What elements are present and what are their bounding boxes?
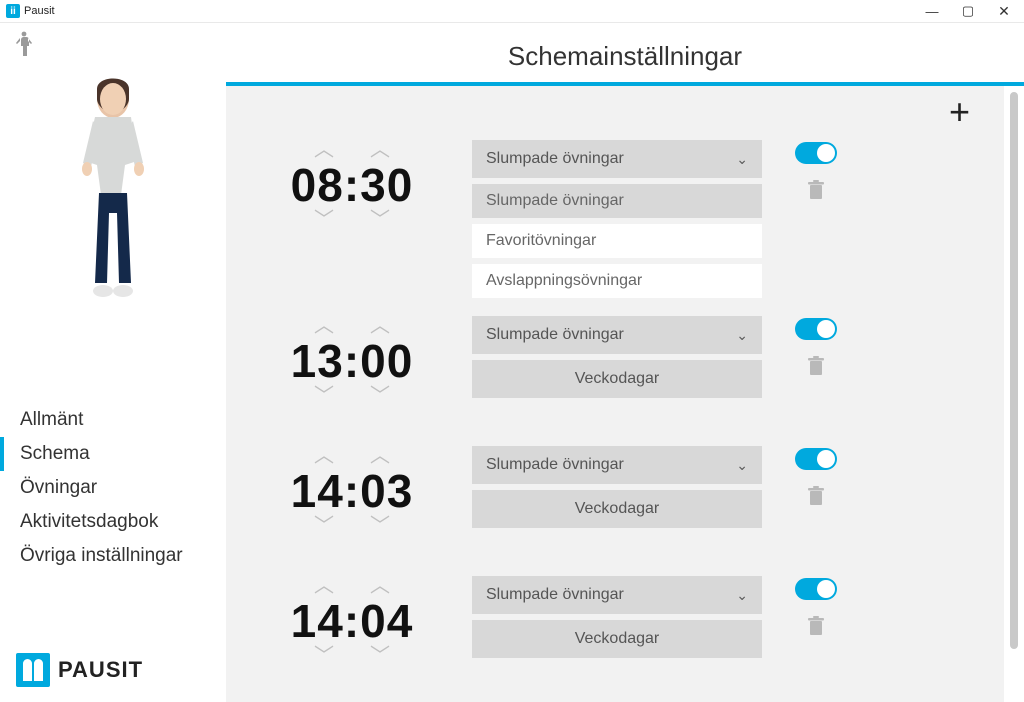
- chevron-down-icon: ⌄: [736, 151, 748, 168]
- sidebar-item-label: Allmänt: [20, 409, 83, 430]
- minute-up-icon[interactable]: ︿: [370, 316, 390, 336]
- time-picker: ︿ ︿ 13:00 ﹀ ﹀: [262, 316, 442, 406]
- time-value: 14:04: [291, 598, 414, 644]
- sidebar-item-schedule[interactable]: Schema: [0, 437, 226, 471]
- minute-down-icon[interactable]: ﹀: [370, 210, 390, 230]
- schedule-row: ︿ ︿ 08:30 ﹀ ﹀ Slumpade övningar ⌄: [262, 140, 964, 298]
- scrollbar-thumb[interactable]: [1010, 92, 1018, 649]
- schedule-panel: + ︿ ︿ 08:30 ﹀ ﹀: [226, 86, 1004, 702]
- window-titlebar: ii Pausit — ▢ ✕: [0, 0, 1024, 23]
- exercise-select-value: Slumpade övningar: [486, 456, 624, 474]
- time-value: 13:00: [291, 338, 414, 384]
- sidebar: Allmänt Schema Övningar Aktivitetsdagbok…: [0, 23, 226, 702]
- hour-down-icon[interactable]: ﹀: [314, 516, 334, 536]
- minute-up-icon[interactable]: ︿: [370, 446, 390, 466]
- sidebar-item-label: Aktivitetsdagbok: [20, 511, 158, 532]
- sidebar-item-general[interactable]: Allmänt: [0, 403, 226, 437]
- exercise-option[interactable]: Avslappningsövningar: [472, 264, 762, 298]
- hour-up-icon[interactable]: ︿: [314, 576, 334, 596]
- chevron-down-icon: ⌄: [736, 327, 748, 344]
- exercise-select[interactable]: Slumpade övningar ⌄: [472, 446, 762, 484]
- enable-toggle[interactable]: [795, 578, 837, 600]
- minute-up-icon[interactable]: ︿: [370, 140, 390, 160]
- schedule-row: ︿ ︿ 14:04 ﹀ ﹀ Slumpade övningar ⌄: [262, 576, 964, 666]
- delete-icon[interactable]: [807, 180, 825, 206]
- exercise-select-value: Slumpade övningar: [486, 150, 624, 168]
- minute-down-icon[interactable]: ﹀: [370, 646, 390, 666]
- exercise-select-value: Slumpade övningar: [486, 326, 624, 344]
- window-close-button[interactable]: ✕: [990, 3, 1018, 20]
- sidebar-nav: Allmänt Schema Övningar Aktivitetsdagbok…: [0, 403, 226, 573]
- app-icon: ii: [6, 4, 20, 18]
- time-value: 14:03: [291, 468, 414, 514]
- sidebar-item-exercises[interactable]: Övningar: [0, 471, 226, 505]
- sidebar-item-label: Schema: [20, 443, 90, 464]
- weekdays-button[interactable]: Veckodagar: [472, 490, 762, 528]
- hour-down-icon[interactable]: ﹀: [314, 386, 334, 406]
- hour-down-icon[interactable]: ﹀: [314, 210, 334, 230]
- chevron-down-icon: ⌄: [736, 587, 748, 604]
- time-picker: ︿ ︿ 14:03 ﹀ ﹀: [262, 446, 442, 536]
- hour-up-icon[interactable]: ︿: [314, 140, 334, 160]
- stretch-figure-icon: [14, 31, 226, 63]
- time-picker: ︿ ︿ 08:30 ﹀ ﹀: [262, 140, 442, 230]
- hour-up-icon[interactable]: ︿: [314, 446, 334, 466]
- window-minimize-button[interactable]: —: [918, 4, 946, 19]
- sidebar-item-label: Övriga inställningar: [20, 545, 183, 566]
- exercise-select[interactable]: Slumpade övningar ⌄: [472, 316, 762, 354]
- window-title: Pausit: [24, 5, 55, 17]
- schedule-row: ︿ ︿ 14:03 ﹀ ﹀ Slumpade övningar ⌄: [262, 446, 964, 536]
- exercise-select[interactable]: Slumpade övningar ⌄: [472, 140, 762, 178]
- delete-icon[interactable]: [807, 616, 825, 642]
- app-logo: PAUSIT: [16, 653, 226, 687]
- delete-icon[interactable]: [807, 486, 825, 512]
- hour-down-icon[interactable]: ﹀: [314, 646, 334, 666]
- schedule-row: ︿ ︿ 13:00 ﹀ ﹀ Slumpade övningar ⌄: [262, 316, 964, 406]
- time-value: 08:30: [291, 162, 414, 208]
- exercise-select[interactable]: Slumpade övningar ⌄: [472, 576, 762, 614]
- minute-down-icon[interactable]: ﹀: [370, 516, 390, 536]
- sidebar-item-activity-diary[interactable]: Aktivitetsdagbok: [0, 505, 226, 539]
- main-content: Schemainställningar + ︿ ︿ 08:30 ﹀ ﹀: [226, 23, 1024, 702]
- time-picker: ︿ ︿ 14:04 ﹀ ﹀: [262, 576, 442, 666]
- chevron-down-icon: ⌄: [736, 457, 748, 474]
- avatar-illustration: [0, 69, 226, 389]
- enable-toggle[interactable]: [795, 448, 837, 470]
- window-maximize-button[interactable]: ▢: [954, 3, 982, 19]
- weekdays-button[interactable]: Veckodagar: [472, 360, 762, 398]
- sidebar-item-other-settings[interactable]: Övriga inställningar: [0, 539, 226, 573]
- page-title: Schemainställningar: [226, 41, 1024, 72]
- exercise-option[interactable]: Favoritövningar: [472, 224, 762, 258]
- scrollbar[interactable]: [1004, 86, 1024, 702]
- exercise-option[interactable]: Slumpade övningar: [472, 184, 762, 218]
- add-schedule-button[interactable]: +: [949, 94, 970, 130]
- logo-icon: [16, 653, 50, 687]
- delete-icon[interactable]: [807, 356, 825, 382]
- hour-up-icon[interactable]: ︿: [314, 316, 334, 336]
- logo-text: PAUSIT: [58, 657, 143, 683]
- enable-toggle[interactable]: [795, 318, 837, 340]
- sidebar-item-label: Övningar: [20, 477, 97, 498]
- weekdays-button[interactable]: Veckodagar: [472, 620, 762, 658]
- minute-up-icon[interactable]: ︿: [370, 576, 390, 596]
- enable-toggle[interactable]: [795, 142, 837, 164]
- minute-down-icon[interactable]: ﹀: [370, 386, 390, 406]
- exercise-select-value: Slumpade övningar: [486, 586, 624, 604]
